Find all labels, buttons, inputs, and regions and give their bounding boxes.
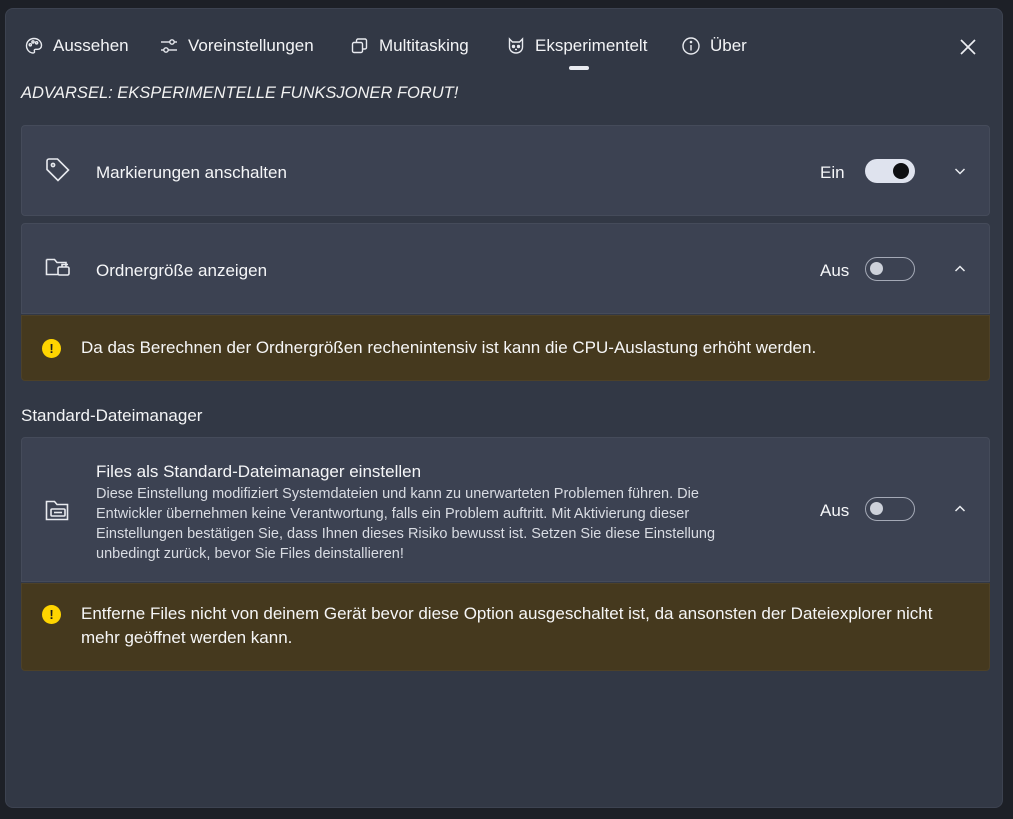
warning-icon: ! — [42, 339, 61, 358]
chevron-up-icon — [954, 265, 966, 272]
section-title: Standard-Dateimanager — [21, 406, 203, 425]
setting-title: Markierungen anschalten — [96, 163, 287, 182]
toggle-knob — [870, 502, 883, 515]
experimental-warning-heading: ADVARSEL: EKSPERIMENTELLE FUNKSJONER FOR… — [21, 84, 459, 102]
tags-toggle[interactable] — [865, 159, 915, 183]
setting-card-default-manager[interactable]: Files als Standard-Dateimanager einstell… — [21, 437, 990, 582]
tab-experimental[interactable]: Eksperimentelt — [506, 33, 647, 59]
close-button[interactable] — [954, 33, 982, 61]
info-message: Entferne Files nicht von deinem Gerät be… — [81, 604, 933, 647]
sliders-icon — [161, 39, 177, 53]
warning-icon: ! — [42, 605, 61, 624]
tab-appearance[interactable]: Aussehen — [24, 33, 129, 59]
toggle-state-label: Aus — [820, 261, 850, 280]
settings-nav: Aussehen Voreinstellungen Multitasking E… — [6, 9, 1002, 79]
folder-size-icon — [45, 258, 70, 276]
tab-label: Multitasking — [379, 36, 469, 55]
folder-size-info-bar: ! Da das Berechnen der Ordnergrößen rech… — [21, 315, 990, 381]
toggle-knob — [870, 262, 883, 275]
collapse-button[interactable] — [950, 499, 970, 519]
toggle-state-label: Ein — [820, 163, 845, 182]
setting-card-folder-size[interactable]: Ordnergröße anzeigen Aus — [21, 223, 990, 314]
tab-label: Voreinstellungen — [188, 36, 314, 55]
collapse-button[interactable] — [950, 259, 970, 279]
chevron-up-icon — [954, 505, 966, 512]
tag-icon — [46, 158, 70, 182]
tab-label: Eksperimentelt — [535, 36, 648, 55]
settings-dialog: Aussehen Voreinstellungen Multitasking E… — [5, 8, 1003, 808]
toggle-knob — [893, 163, 909, 179]
folder-open-icon — [45, 500, 69, 521]
expand-button[interactable] — [950, 161, 970, 181]
tab-label: Aussehen — [53, 36, 129, 55]
chevron-down-icon — [954, 168, 966, 175]
folder-size-toggle[interactable] — [865, 257, 915, 281]
default-manager-toggle[interactable] — [865, 497, 915, 521]
setting-card-tags[interactable]: Markierungen anschalten Ein — [21, 125, 990, 216]
windows-stack-icon — [351, 38, 368, 54]
close-icon — [960, 39, 976, 55]
info-message: Da das Berechnen der Ordnergrößen rechen… — [81, 338, 817, 357]
default-manager-info-bar: ! Entferne Files nicht von deinem Gerät … — [21, 583, 990, 671]
tab-preferences[interactable]: Voreinstellungen — [159, 33, 314, 59]
tab-label: Über — [710, 36, 747, 55]
toggle-state-label: Aus — [820, 501, 850, 520]
setting-description: Diese Einstellung modifiziert Systemdate… — [96, 486, 716, 562]
setting-title: Files als Standard-Dateimanager einstell… — [96, 462, 422, 481]
selected-tab-indicator — [569, 66, 589, 70]
tab-multitasking[interactable]: Multitasking — [350, 33, 469, 59]
info-icon — [682, 37, 700, 55]
cat-icon — [508, 37, 524, 54]
setting-title: Ordnergröße anzeigen — [96, 261, 268, 280]
palette-icon — [25, 37, 43, 54]
tab-about[interactable]: Über — [681, 33, 747, 59]
